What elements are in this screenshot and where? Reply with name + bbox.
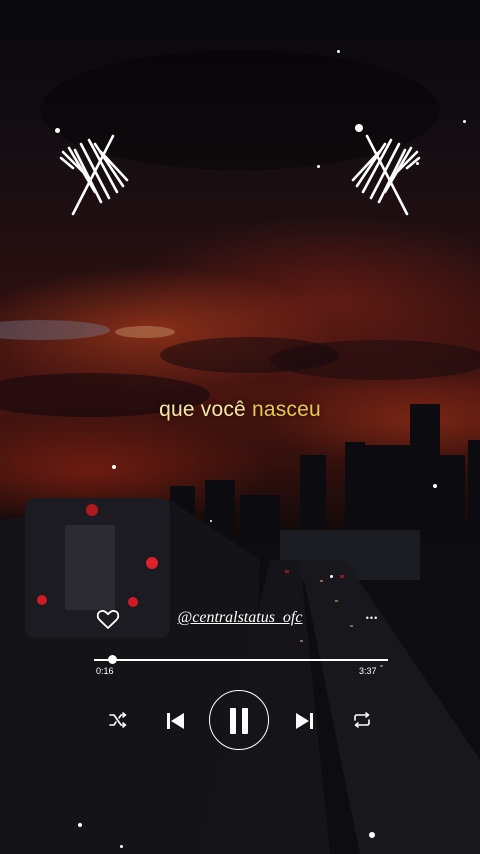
lyric-line: que você nasceu [0, 398, 480, 422]
sound-wave-icon [351, 134, 421, 216]
previous-icon[interactable] [164, 710, 186, 732]
progress-knob[interactable] [108, 655, 117, 664]
lyric-text: que você [159, 398, 252, 421]
username-link[interactable]: @centralstatus_ofc [0, 609, 480, 627]
shuffle-icon[interactable] [108, 711, 128, 729]
repeat-icon[interactable] [352, 711, 372, 729]
current-time: 0:16 [96, 666, 114, 676]
sound-wave-icon [59, 134, 129, 216]
pause-button[interactable] [209, 690, 269, 750]
total-time: 3:37 [359, 666, 377, 676]
progress-track[interactable] [94, 655, 388, 664]
more-icon[interactable]: ••• [360, 608, 384, 628]
lyric-highlight: nasceu [251, 398, 321, 421]
next-icon[interactable] [294, 710, 316, 732]
